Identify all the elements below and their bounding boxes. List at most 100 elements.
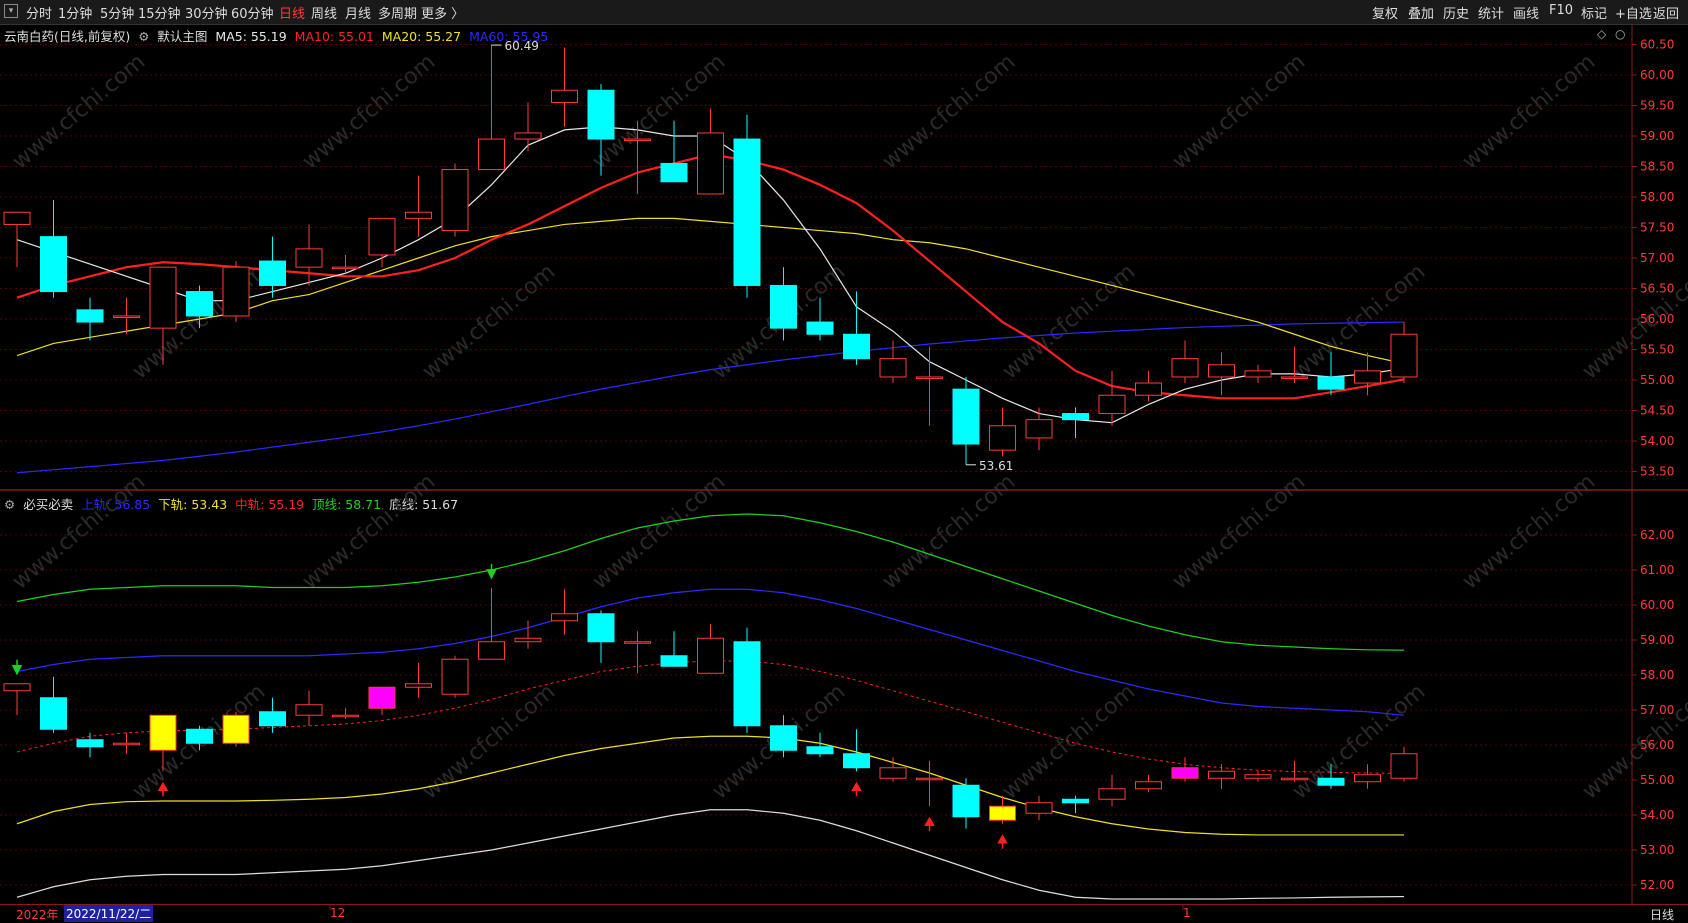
y-tick-label: 60.50 bbox=[1640, 38, 1674, 52]
candle bbox=[1062, 795, 1089, 814]
candle-body bbox=[259, 260, 286, 286]
watermark-text: www.cfchi.com bbox=[1458, 49, 1600, 174]
candle bbox=[916, 346, 943, 426]
candle bbox=[368, 217, 396, 268]
candle bbox=[1062, 407, 1089, 438]
candle-body bbox=[733, 138, 761, 286]
candle-body bbox=[624, 138, 651, 142]
candle bbox=[405, 175, 432, 237]
candle bbox=[1354, 352, 1381, 396]
candle bbox=[587, 610, 615, 663]
candle-body bbox=[733, 641, 761, 727]
y-tick-label: 59.00 bbox=[1640, 633, 1674, 647]
candle-body bbox=[405, 211, 432, 219]
watermark-text: www.cfchi.com bbox=[1458, 469, 1600, 594]
sell-arrow-icon bbox=[486, 563, 497, 580]
candle-body bbox=[1317, 777, 1345, 786]
kline-chart[interactable]: www.cfchi.com www.cfchi.com www.cfchi.com w… bbox=[0, 0, 1688, 922]
candle-body bbox=[3, 683, 31, 692]
y-tick-label: 56.00 bbox=[1640, 312, 1674, 326]
candle-body bbox=[806, 746, 834, 755]
candle bbox=[1098, 774, 1126, 807]
candle-body bbox=[441, 658, 469, 695]
diamond-icon: ◇ bbox=[1597, 27, 1607, 41]
y-tick-label: 58.50 bbox=[1640, 160, 1674, 174]
candle-body bbox=[551, 613, 578, 622]
candle-body bbox=[1135, 382, 1162, 396]
y-tick-label: 59.50 bbox=[1640, 99, 1674, 113]
candle bbox=[843, 291, 870, 365]
candle bbox=[295, 224, 323, 286]
candle-body bbox=[1354, 370, 1381, 384]
candle-body bbox=[76, 309, 104, 323]
candle bbox=[952, 376, 980, 465]
watermark-layer: www.cfchi.com www.cfchi.com www.cfchi.com w… bbox=[8, 49, 1688, 804]
candle-body bbox=[551, 89, 578, 103]
candle bbox=[879, 757, 907, 782]
watermark-text: www.cfchi.com bbox=[878, 49, 1020, 174]
high-price-label: 60.49 bbox=[505, 39, 539, 53]
candle-body bbox=[1281, 777, 1308, 781]
candle bbox=[1244, 364, 1272, 384]
candle bbox=[660, 120, 688, 183]
candle-body bbox=[989, 425, 1016, 451]
circle-icon: ○ bbox=[1615, 27, 1625, 41]
candle-body bbox=[770, 284, 797, 329]
candle bbox=[76, 732, 104, 758]
candle-body bbox=[1062, 798, 1089, 804]
candle bbox=[40, 676, 67, 733]
candle bbox=[551, 47, 578, 127]
candle bbox=[368, 686, 396, 716]
y-tick-label: 62.00 bbox=[1640, 528, 1674, 542]
y-tick-label: 55.00 bbox=[1640, 373, 1674, 387]
candle-body bbox=[332, 266, 359, 270]
candle bbox=[660, 631, 688, 667]
watermark-text: www.cfchi.com bbox=[418, 679, 560, 804]
watermark-text: www.cfchi.com bbox=[8, 469, 150, 594]
cursor-date-label: 2022/11/22/二 bbox=[64, 905, 154, 922]
candle bbox=[1171, 340, 1199, 384]
candle bbox=[916, 760, 943, 807]
y-tick-label: 58.00 bbox=[1640, 190, 1674, 204]
candle bbox=[3, 211, 31, 268]
y-tick-label: 54.00 bbox=[1640, 808, 1674, 822]
candle bbox=[222, 711, 250, 747]
candle-body bbox=[624, 641, 651, 644]
candle-body bbox=[149, 714, 177, 751]
candle bbox=[76, 297, 104, 341]
buy-arrow-icon bbox=[851, 781, 862, 797]
candle bbox=[1025, 407, 1053, 451]
candle bbox=[1354, 764, 1381, 789]
candle-body bbox=[1135, 781, 1162, 790]
candle-body bbox=[368, 217, 396, 256]
candle-body bbox=[1244, 370, 1272, 378]
candle-body bbox=[1317, 376, 1345, 390]
candle-body bbox=[40, 697, 67, 730]
candle-body bbox=[186, 728, 213, 744]
candle bbox=[697, 624, 724, 674]
candle bbox=[441, 163, 469, 237]
candle bbox=[113, 732, 140, 754]
candle bbox=[1208, 764, 1235, 789]
candle bbox=[1135, 370, 1162, 402]
candle bbox=[113, 297, 140, 335]
y-tick-label: 54.00 bbox=[1640, 434, 1674, 448]
candle-body bbox=[1208, 364, 1235, 378]
candle-body bbox=[259, 711, 286, 727]
main-y-axis: 60.50 60.00 59.50 59.00 58.50 58.00 57.50 57.00… bbox=[0, 38, 1674, 479]
candle-body bbox=[1390, 333, 1418, 378]
month-tick-dec: 12 bbox=[330, 906, 346, 920]
candle-body bbox=[113, 315, 140, 318]
candle-body bbox=[113, 742, 140, 746]
candle bbox=[1390, 322, 1418, 384]
candle-body bbox=[1098, 788, 1126, 800]
buy-arrow-icon bbox=[924, 816, 935, 832]
candle bbox=[952, 778, 980, 829]
candle-body bbox=[222, 714, 250, 744]
candle-body bbox=[186, 291, 213, 317]
candle bbox=[624, 631, 651, 674]
candle bbox=[989, 407, 1016, 457]
candle-body bbox=[295, 704, 323, 716]
candle-body bbox=[1390, 753, 1418, 779]
candle bbox=[295, 690, 323, 726]
